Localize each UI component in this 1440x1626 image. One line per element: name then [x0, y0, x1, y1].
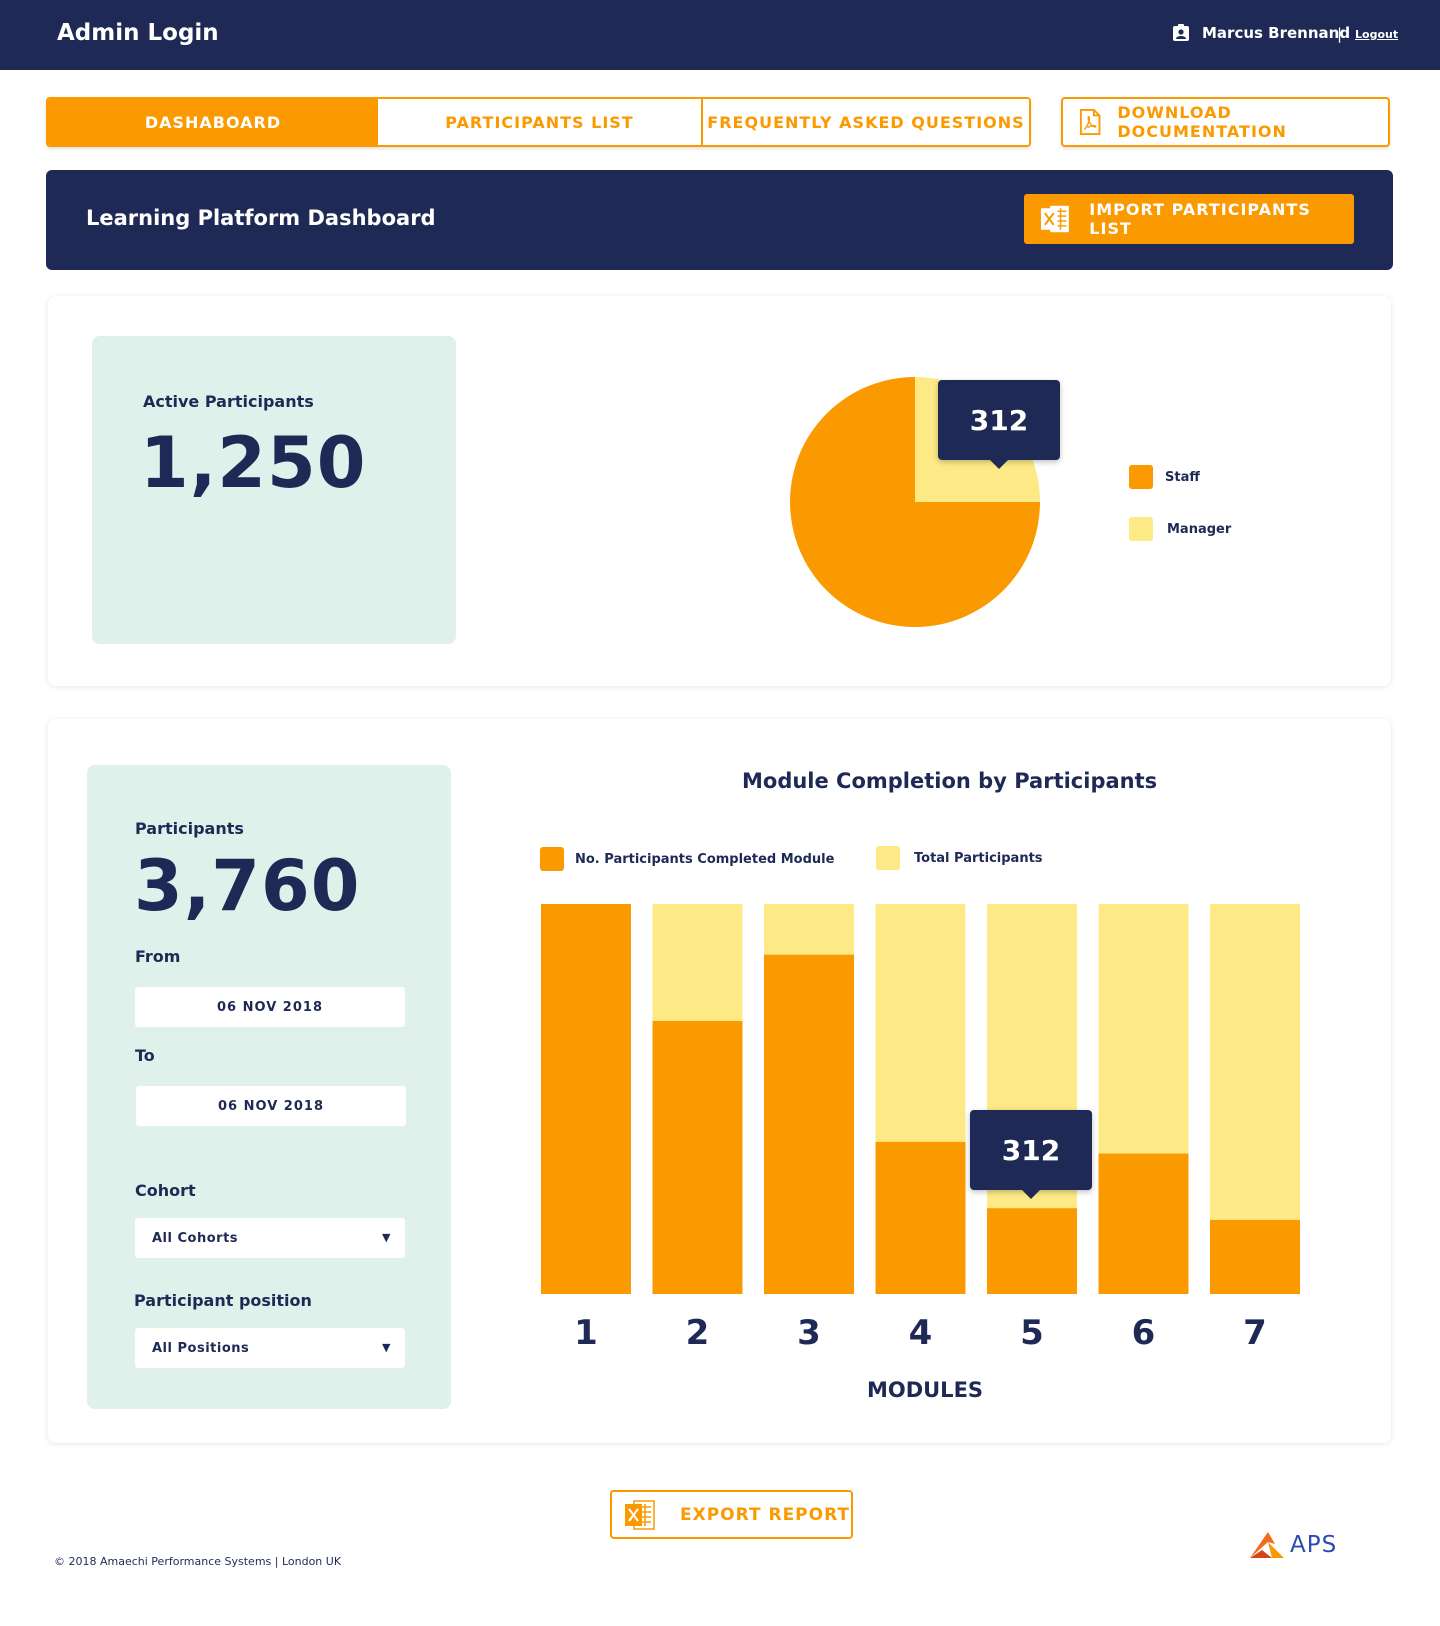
logout-link[interactable]: Logout	[1355, 28, 1398, 41]
import-participants-label: IMPORT PARTICIPANTS LIST	[1089, 200, 1311, 238]
bar-completed-module-3[interactable]	[764, 954, 854, 1294]
tab-participants-list[interactable]: PARTICIPANTS LIST	[378, 99, 703, 145]
x-tick-label-3: 3	[797, 1313, 821, 1353]
active-participants-value: 1,250	[140, 422, 367, 504]
x-tick-label-5: 5	[1020, 1313, 1044, 1353]
user-info: Marcus Brennand	[1172, 24, 1350, 42]
legend-item-manager: Manager	[1129, 517, 1231, 541]
dashboard-banner: Learning Platform Dashboard IMPORT PARTI…	[46, 170, 1393, 270]
legend-swatch-staff	[1129, 465, 1153, 489]
x-axis-label: MODULES	[867, 1378, 983, 1402]
module-completion-card: Participants 3,760 From 06 NOV 2018 To 0…	[48, 719, 1391, 1443]
bar-completed-module-5[interactable]	[987, 1208, 1077, 1294]
module-completion-bar-chart: 1 2 3 4 5 6 7 MODULES	[541, 904, 1300, 1402]
x-tick-label-6: 6	[1132, 1313, 1156, 1353]
aps-logo-icon	[1250, 1532, 1284, 1558]
x-tick-label-2: 2	[686, 1313, 710, 1353]
import-participants-button[interactable]: IMPORT PARTICIPANTS LIST	[1024, 194, 1354, 244]
legend-swatch-manager	[1129, 517, 1153, 541]
legend-item-staff: Staff	[1129, 465, 1200, 489]
dashboard-title: Learning Platform Dashboard	[86, 206, 436, 230]
aps-logo-text: APS	[1290, 1532, 1338, 1558]
aps-logo: APS	[1248, 1530, 1337, 1560]
user-name: Marcus Brennand	[1202, 24, 1351, 42]
pdf-icon	[1079, 108, 1101, 136]
excel-icon	[625, 1499, 655, 1530]
main-nav-tabs: DASHABOARD PARTICIPANTS LIST FREQUENTLY …	[46, 97, 1031, 147]
tab-dashboard[interactable]: DASHABOARD	[48, 99, 378, 145]
x-tick-label-7: 7	[1243, 1313, 1267, 1353]
bar-completed-module-4[interactable]	[875, 1141, 966, 1294]
export-report-button[interactable]: EXPORT REPORT	[610, 1490, 853, 1539]
excel-icon	[1040, 204, 1070, 234]
user-badge-icon	[1173, 24, 1189, 41]
active-participants-label: Active Participants	[143, 392, 314, 411]
participants-summary-card: Active Participants 1,250 312 Staff Mana…	[48, 296, 1391, 686]
bar-completed-module-2[interactable]	[652, 1021, 743, 1294]
download-documentation-button[interactable]: DOWNLOAD DOCUMENTATION	[1061, 97, 1390, 147]
page-title: Admin Login	[57, 20, 219, 46]
x-tick-label-1: 1	[574, 1313, 598, 1353]
export-report-label: EXPORT REPORT	[680, 1504, 851, 1525]
download-documentation-label: DOWNLOAD DOCUMENTATION	[1117, 103, 1287, 141]
pie-tooltip: 312	[938, 380, 1060, 469]
x-tick-label-4: 4	[909, 1313, 933, 1353]
header-separator: |	[1337, 25, 1343, 43]
legend-label-staff: Staff	[1165, 469, 1200, 485]
active-participants-panel: Active Participants 1,250	[92, 336, 456, 644]
bar-tooltip: 312	[970, 1110, 1092, 1199]
bar-completed-module-6[interactable]	[1098, 1153, 1189, 1294]
legend-label-manager: Manager	[1167, 521, 1232, 537]
top-bar: Admin Login Marcus Brennand | Logout	[0, 0, 1440, 70]
bar-completed-module-7[interactable]	[1210, 1219, 1300, 1294]
footer-copyright: © 2018 Amaechi Performance Systems | Lon…	[54, 1555, 342, 1568]
bar-completed-module-1[interactable]	[541, 904, 631, 1294]
tab-faq[interactable]: FREQUENTLY ASKED QUESTIONS	[703, 99, 1029, 145]
